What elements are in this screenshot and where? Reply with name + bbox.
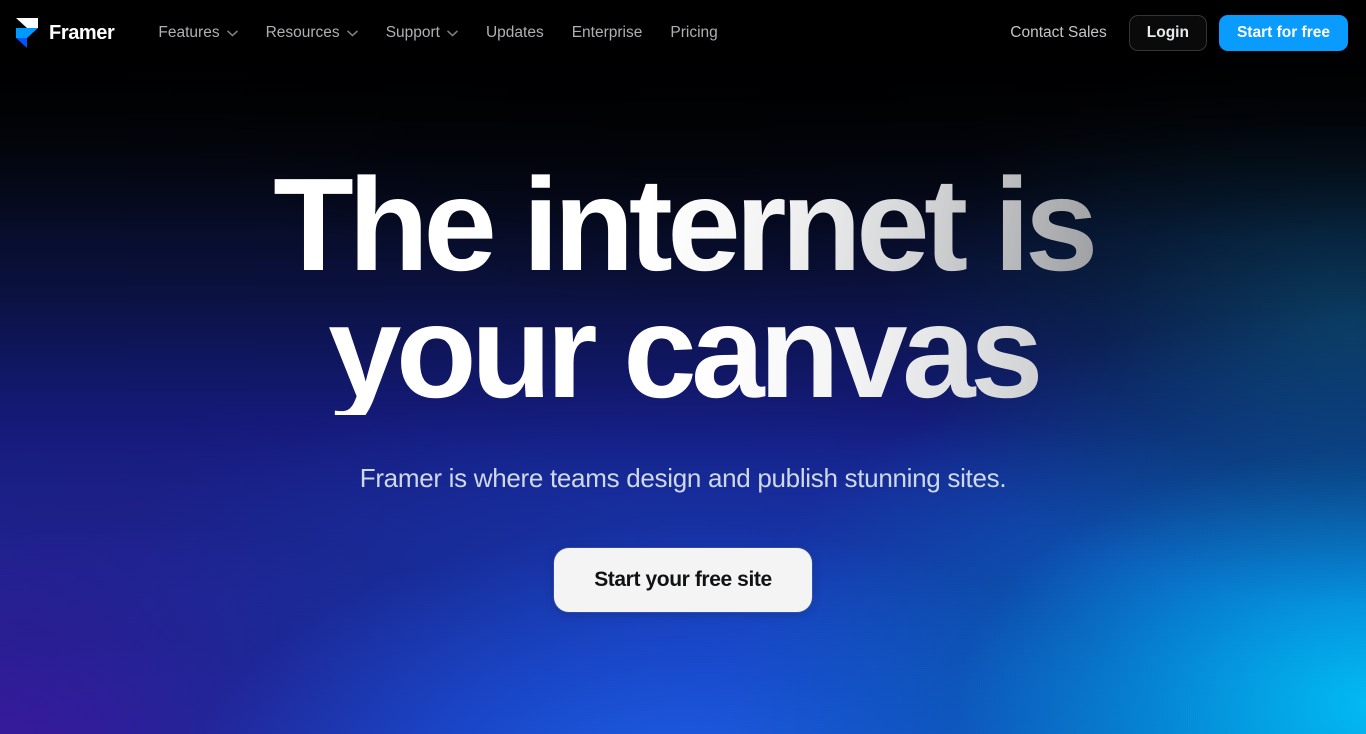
login-button[interactable]: Login xyxy=(1128,15,1207,51)
nav-item-features-label: Features xyxy=(158,24,220,41)
brand-name-label: Framer xyxy=(49,21,115,44)
chevron-down-icon xyxy=(226,30,238,36)
contact-sales-link[interactable]: Contact Sales xyxy=(1000,16,1117,50)
nav-item-pricing[interactable]: Pricing xyxy=(656,16,731,50)
chevron-down-icon xyxy=(447,30,458,36)
brand-home-link[interactable]: Framer xyxy=(14,18,115,48)
hero-headline-line-2: your canvas xyxy=(273,285,1093,417)
nav-item-resources-label: Resources xyxy=(265,24,340,41)
nav-item-enterprise-label: Enterprise xyxy=(571,24,643,41)
nav-item-pricing-label: Pricing xyxy=(670,24,718,41)
nav-item-resources[interactable]: Resources xyxy=(252,16,372,50)
start-your-free-site-button[interactable]: Start your free site xyxy=(554,548,812,613)
hero-headline-line-1: The internet is xyxy=(273,151,1098,298)
framer-logo-icon xyxy=(14,18,40,48)
nav-left-group: Framer Features Resources Support Update… xyxy=(14,16,732,50)
hero-headline: The internet is your canvas xyxy=(273,151,1098,417)
nav-item-updates[interactable]: Updates xyxy=(472,16,558,50)
nav-right-group: Contact Sales Login Start for free xyxy=(1000,15,1348,51)
nav-item-features[interactable]: Features xyxy=(144,16,251,50)
nav-links-group: Features Resources Support Updates Enter… xyxy=(144,16,731,50)
main-navigation-bar: Framer Features Resources Support Update… xyxy=(0,0,1366,66)
chevron-down-icon xyxy=(346,30,358,36)
hero-subheadline: Framer is where teams design and publish… xyxy=(359,463,1007,494)
nav-item-enterprise[interactable]: Enterprise xyxy=(558,16,657,50)
start-for-free-button[interactable]: Start for free xyxy=(1218,15,1348,51)
nav-item-updates-label: Updates xyxy=(485,24,544,41)
nav-item-support[interactable]: Support xyxy=(372,16,472,50)
nav-item-support-label: Support xyxy=(385,24,440,41)
